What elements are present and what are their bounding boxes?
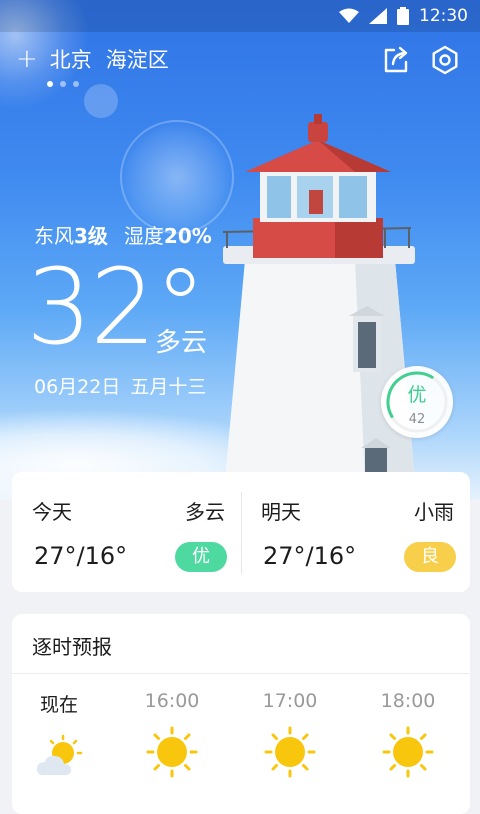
wind-value: 3级 [74,224,108,248]
hourly-forecast-card: 逐时预报 现在 16:00 17:00 18:00 [12,614,470,814]
forecast-aqi-badge: 优 [175,542,227,572]
status-time: 12:30 [419,6,468,26]
share-button[interactable] [381,45,411,75]
wind-humidity-row: 东风3级 湿度20% [34,220,212,249]
forecast-condition: 小雨 [414,500,454,524]
page-dot [60,81,66,87]
page-dot [47,81,53,87]
forecast-tomorrow[interactable]: 明天 小雨 27°/16° 良 [241,472,470,592]
hourly-item[interactable]: 18:00 [368,690,448,782]
solar-date: 06月22日 [34,376,121,398]
hourly-item[interactable]: 现在 [19,690,99,787]
date-row: 06月22日 五月十三 [34,372,206,399]
hourly-item[interactable]: 17:00 [250,690,330,782]
forecast-today[interactable]: 今天 多云 27°/16° 优 [12,472,241,592]
lens-flare [84,84,118,118]
sun-icon [146,726,198,778]
hourly-time: 现在 [39,694,78,716]
wind-label: 东风 [34,224,74,248]
partly-cloudy-icon [37,734,83,775]
district-name[interactable]: 海淀区 [106,44,169,74]
city-name[interactable]: 北京 [50,44,92,74]
hourly-time: 16:00 [144,690,200,712]
aqi-value: 42 [408,412,426,427]
hourly-title: 逐时预报 [32,635,112,659]
aqi-badge[interactable]: 优 42 [381,366,453,438]
aqi-level: 优 [407,384,427,406]
forecast-day-name: 明天 [261,500,301,524]
wind-info: 东风3级 [34,220,108,249]
daily-forecast-card: 今天 多云 27°/16° 优 明天 小雨 27°/16° 良 [12,472,470,592]
battery-icon [397,7,409,25]
settings-button[interactable] [430,45,460,75]
humidity-info: 湿度20% [124,220,212,249]
page-dot [73,81,79,87]
hourly-time: 18:00 [380,690,436,712]
forecast-temp-range: 27°/16° [34,542,128,570]
location-bar: + 北京 海淀区 [16,44,169,74]
humidity-value: 20% [163,224,212,248]
forecast-temp-range: 27°/16° [263,542,357,570]
humidity-label: 湿度 [123,224,164,248]
lunar-date: 五月十三 [130,376,207,398]
status-bar: 12:30 [0,0,480,32]
hourly-time: 17:00 [262,690,318,712]
divider [12,673,470,674]
forecast-aqi-badge: 良 [404,542,456,572]
signal-icon [369,8,387,24]
sun-icon [264,726,316,778]
forecast-day-name: 今天 [32,500,72,524]
hourly-item[interactable]: 16:00 [132,690,212,782]
current-condition: 多云 [155,328,208,358]
add-city-button[interactable]: + [16,44,38,74]
sun-icon [382,726,434,778]
forecast-condition: 多云 [185,500,225,524]
page-indicator [47,81,79,87]
wifi-icon [339,8,359,23]
